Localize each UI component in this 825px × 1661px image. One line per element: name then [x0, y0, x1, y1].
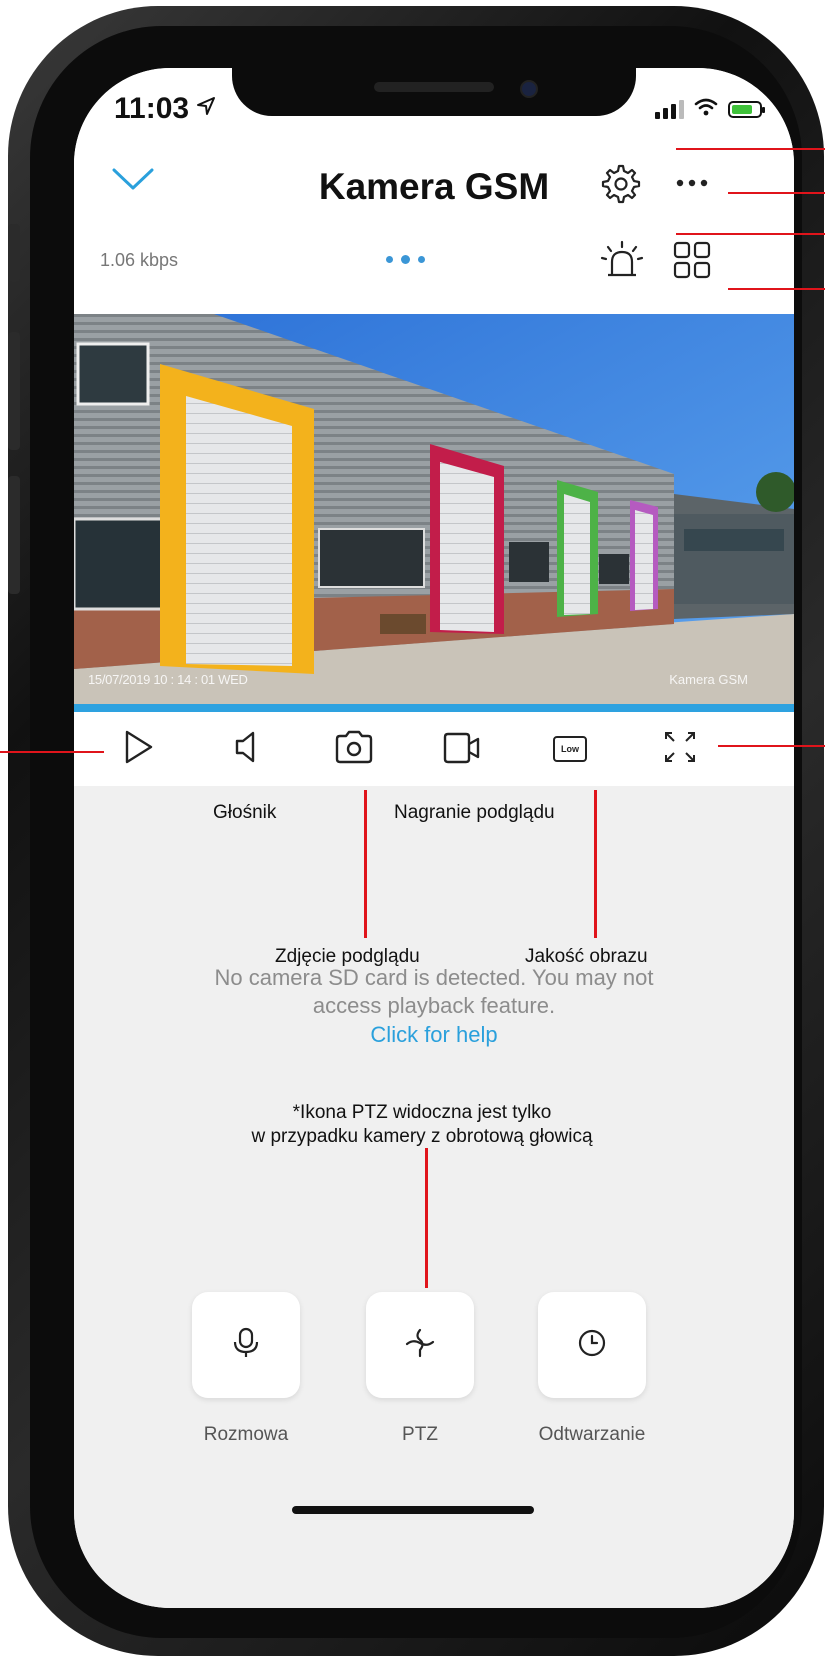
quality-button[interactable]: Low [540, 712, 600, 786]
sd-message-line2: access playback feature. [312, 993, 556, 1018]
annotation-line-snapshot [364, 790, 367, 938]
fullscreen-icon [663, 730, 697, 769]
more-icon[interactable] [672, 168, 712, 203]
playback-label: Odtwarzanie [538, 1424, 646, 1445]
sd-card-message: No camera SD card is detected. You may n… [134, 964, 734, 1050]
mute-switch [8, 224, 20, 282]
annotation-snapshot: Zdjęcie podglądu [275, 946, 420, 967]
location-arrow-icon [196, 96, 216, 121]
playback-controls: Low [74, 712, 794, 786]
app-screen: 11:03 Kamera GSM 1.06 kbps 15/07/2019 10… [74, 68, 794, 1608]
wifi-icon [694, 98, 718, 121]
phone-frame: 11:03 Kamera GSM 1.06 kbps 15/07/2019 10… [8, 6, 824, 1656]
camera-icon [333, 729, 375, 770]
talk-label: Rozmowa [203, 1424, 289, 1445]
camera-image [74, 314, 794, 704]
video-camera-label: Kamera GSM [669, 672, 748, 687]
status-indicators [655, 98, 765, 121]
annotation-line-more [728, 192, 825, 194]
gear-icon[interactable] [601, 164, 641, 209]
fullscreen-button[interactable] [650, 712, 710, 786]
home-indicator [292, 1506, 534, 1514]
volume-up-button [8, 332, 20, 450]
annotation-line-grid [728, 288, 825, 290]
quality-badge-text: Low [561, 744, 579, 754]
annotation-line-ptz [425, 1148, 428, 1288]
talk-button[interactable] [192, 1292, 300, 1398]
speaker-button[interactable] [216, 712, 276, 786]
annotation-ptz-note-line1: *Ikona PTZ widoczna jest tylko [292, 1102, 552, 1123]
sd-message-line1: No camera SD card is detected. You may n… [214, 965, 654, 990]
battery-icon [728, 101, 765, 118]
video-camera-icon [441, 729, 483, 770]
play-icon [121, 729, 155, 770]
annotation-line-quality [594, 790, 597, 938]
chevron-down-icon[interactable] [110, 164, 156, 199]
ptz-icon [403, 1326, 437, 1365]
annotation-speaker: Głośnik [213, 802, 277, 823]
status-time: 11:03 [114, 92, 190, 125]
playback-button[interactable] [538, 1292, 646, 1398]
ptz-label: PTZ [402, 1424, 438, 1445]
bitrate-label: 1.06 kbps [100, 250, 179, 270]
help-link[interactable]: Click for help [134, 1020, 734, 1050]
notch [232, 68, 636, 116]
video-timestamp: 15/07/2019 10 : 14 : 01 WED [88, 672, 248, 687]
stream-progress-bar [74, 704, 794, 712]
play-button[interactable] [108, 712, 168, 786]
stream-progress-fill [74, 704, 794, 712]
volume-down-button [8, 476, 20, 594]
annotation-ptz-note-line2: w przypadku kamery z obrotową głowicą [251, 1126, 593, 1147]
ptz-button[interactable] [366, 1292, 474, 1398]
snapshot-button[interactable] [324, 712, 384, 786]
content-area [74, 786, 794, 1608]
annotation-line-fullscreen [718, 745, 825, 747]
annotation-line-alarm [676, 233, 825, 235]
clock-icon [577, 1328, 607, 1363]
microphone-icon [231, 1326, 261, 1365]
annotation-record: Nagranie podglądu [394, 802, 555, 823]
annotation-line-play [0, 751, 104, 753]
page-indicator [386, 255, 425, 264]
alarm-icon[interactable] [600, 238, 644, 287]
speaker-icon [229, 729, 263, 770]
live-video-view[interactable]: 15/07/2019 10 : 14 : 01 WED Kamera GSM [74, 314, 794, 704]
annotation-line-top [676, 148, 825, 150]
record-button[interactable] [432, 712, 492, 786]
quality-badge-icon: Low [553, 736, 587, 762]
multi-view-grid-icon[interactable] [672, 240, 712, 285]
annotation-quality: Jakość obrazu [525, 946, 648, 967]
signal-icon [655, 100, 684, 119]
